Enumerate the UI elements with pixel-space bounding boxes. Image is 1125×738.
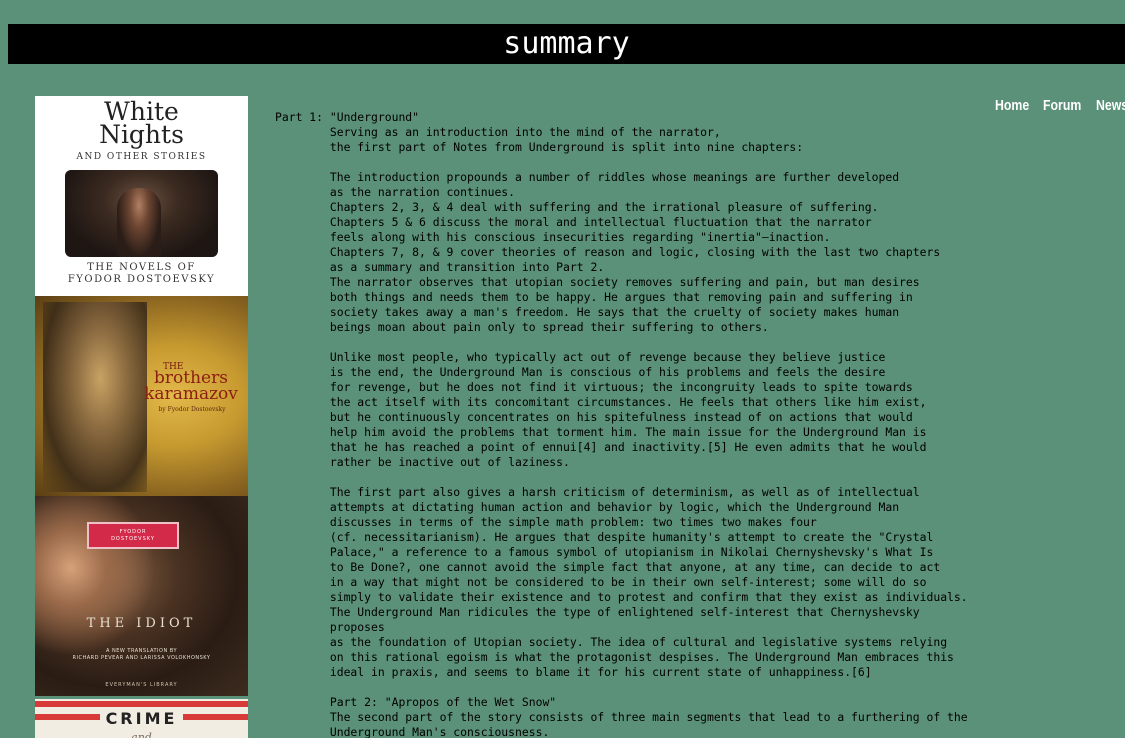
nav-forum-link[interactable]: Forum [1043, 96, 1081, 116]
summary-line: as the narration continues. [275, 185, 516, 199]
summary-line: the first part of Notes from Underground… [275, 140, 804, 154]
the-idiot-cover: FYODOR DOSTOEVSKY THE IDIOT A NEW TRANSLA… [35, 496, 248, 696]
karamazov-portrait [43, 302, 147, 492]
summary-line: Chapters 5 & 6 discuss the moral and int… [275, 215, 872, 229]
summary-line: attempts at dictating human action and b… [275, 500, 900, 514]
idiot-author-label: FYODOR DOSTOEVSKY [87, 522, 179, 549]
karamazov-title: brothers karamazov [144, 368, 238, 404]
summary-line: rather be inactive out of laziness. [275, 455, 570, 469]
white-nights-title: White Nights [99, 97, 184, 149]
summary-line: beings moan about pain only to spread th… [275, 320, 769, 334]
book-covers-column: White Nights AND OTHER STORIES THE NOVELS… [35, 96, 248, 738]
nav-news-link[interactable]: News [1096, 96, 1125, 116]
summary-line: to Be Done?, one cannot avoid the simple… [275, 560, 941, 574]
summary-line: Unlike most people, who typically act ou… [275, 350, 886, 364]
summary-line: in a way that might not be considered to… [275, 575, 927, 589]
white-nights-cover: White Nights AND OTHER STORIES THE NOVELS… [35, 96, 248, 296]
summary-line: both things and needs them to be happy. … [275, 290, 913, 304]
brothers-karamazov-cover: THE brothers karamazov by Fyodor Dostoevs… [35, 296, 248, 496]
summary-line: Palace," a reference to a famous symbol … [275, 545, 934, 559]
summary-line: Chapters 7, 8, & 9 cover theories of rea… [275, 245, 941, 259]
summary-line: Part 2: "Apropos of the Wet Snow" [275, 695, 557, 709]
crime-title: CRIME [35, 709, 248, 729]
crime-and-punishment-cover: CRIME and [35, 696, 248, 738]
summary-line: (cf. necessitarianism). He argues that d… [275, 530, 934, 544]
summary-line: Underground Man's consciousness. [275, 725, 550, 738]
summary-text: Part 1: "Underground" Serving as an intr… [275, 110, 968, 738]
summary-line: The introduction propounds a number of r… [275, 170, 900, 184]
summary-line: Serving as an introduction into the mind… [275, 125, 721, 139]
summary-line: for revenge, but he does not find it vir… [275, 380, 913, 394]
summary-line: Chapters 2, 3, & 4 deal with suffering a… [275, 200, 879, 214]
summary-line: that he has reached a point of ennui[4] … [275, 440, 927, 454]
summary-line: is the end, the Underground Man is consc… [275, 365, 886, 379]
summary-line: Part 1: "Underground" [275, 110, 420, 124]
dostoevsky-portrait [65, 170, 218, 257]
idiot-publisher: EVERYMAN'S LIBRARY [105, 682, 178, 688]
summary-line: but he continuously concentrates on his … [275, 410, 913, 424]
summary-line: as a summary and transition into Part 2. [275, 260, 605, 274]
summary-line: The Underground Man ridicules the type o… [275, 605, 920, 619]
summary-line: as the foundation of Utopian society. Th… [275, 635, 948, 649]
karamazov-byline: by Fyodor Dostoevsky [158, 406, 226, 413]
summary-line: simply to validate their existence and t… [275, 590, 968, 604]
white-nights-footer: THE NOVELS OF FYODOR DOSTOEVSKY [67, 262, 216, 285]
summary-line: The second part of the story consists of… [275, 710, 968, 724]
summary-line: The first part also gives a harsh critic… [275, 485, 920, 499]
crime-and: and [131, 731, 152, 738]
summary-line: help him avoid the problems that torment… [275, 425, 927, 439]
top-nav: Home Forum News [995, 96, 1125, 116]
summary-line: proposes [275, 620, 385, 634]
idiot-translation: A NEW TRANSLATION BY RICHARD PEVEAR AND L… [72, 648, 211, 661]
page-title: summary [8, 24, 1125, 64]
summary-line: on this rational egoism is what the prot… [275, 650, 954, 664]
idiot-title: THE IDIOT [86, 616, 197, 631]
summary-line: The narrator observes that utopian socie… [275, 275, 920, 289]
summary-line: society takes away a man's freedom. He s… [275, 305, 900, 319]
summary-line: discusses in terms of the simple math pr… [275, 515, 817, 529]
nav-home-link[interactable]: Home [995, 96, 1029, 116]
summary-line: ideal in praxis, and seems to blame it f… [275, 665, 872, 679]
crime-stripe-top [35, 701, 248, 707]
summary-line: feels along with his conscious insecurit… [275, 230, 831, 244]
white-nights-subtitle: AND OTHER STORIES [76, 152, 207, 162]
idiot-portrait [35, 496, 155, 656]
summary-line: the act itself with its concomitant circ… [275, 395, 927, 409]
